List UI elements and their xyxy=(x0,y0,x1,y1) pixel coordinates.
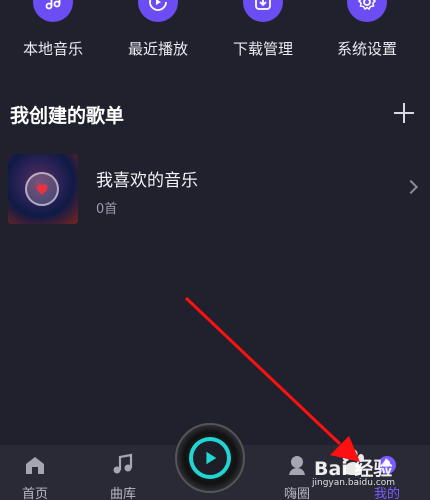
nav-label: 曲库 xyxy=(109,487,136,500)
plus-icon[interactable] xyxy=(394,103,414,123)
watermark-url: jingyan.baidu.com xyxy=(312,478,396,488)
chevron-right-icon xyxy=(403,179,419,195)
quick-action-label: 最近播放 xyxy=(127,40,188,58)
nav-library[interactable]: 曲库 xyxy=(88,445,158,500)
playlist-item[interactable]: 我喜欢的音乐 0首 xyxy=(0,150,430,230)
music-note-icon xyxy=(33,0,73,22)
community-icon xyxy=(285,453,309,477)
nav-label: 首页 xyxy=(21,487,48,500)
play-disc-button[interactable] xyxy=(175,423,245,493)
recent-play-icon xyxy=(138,0,178,22)
quick-action-label: 下载管理 xyxy=(232,40,293,58)
download-icon xyxy=(243,0,283,22)
home-icon xyxy=(23,453,47,477)
nav-home[interactable]: 首页 xyxy=(0,445,70,500)
baidu-watermark: Bai 经验 jingyan.baidu.com xyxy=(308,447,426,497)
playlist-song-count: 0首 xyxy=(96,202,118,217)
playlist-name: 我喜欢的音乐 xyxy=(96,171,198,191)
created-playlists-title: 我创建的歌单 xyxy=(10,105,125,127)
play-icon xyxy=(193,441,227,475)
quick-action-label: 系统设置 xyxy=(336,40,397,58)
quick-actions-row: 本地音乐 最近播放 下载管理 系统设置 xyxy=(0,0,430,66)
playlist-cover xyxy=(8,154,78,224)
play-ring xyxy=(189,437,231,479)
gear-icon xyxy=(347,0,387,22)
quick-action-label: 本地音乐 xyxy=(22,40,83,58)
watermark-text: Bai 经验 xyxy=(314,458,393,480)
music-library-icon xyxy=(111,453,135,477)
heart-icon xyxy=(25,172,59,206)
